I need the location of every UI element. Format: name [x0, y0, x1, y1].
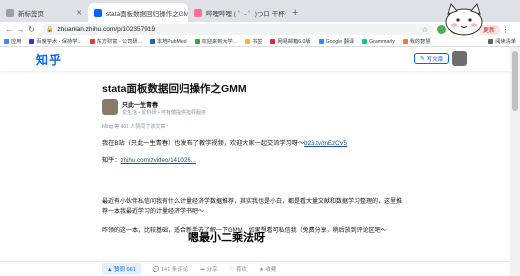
tab-label: stata面板数据回归操作之GMM — [106, 10, 188, 18]
tab-page-icon — [6, 8, 14, 17]
reading-list-icon — [488, 39, 494, 44]
bookmark-netease-mail[interactable]: 网易邮箱6.0版 — [270, 38, 311, 45]
bookmark-university[interactable]: 欢迎来到大学... — [194, 38, 237, 45]
author-description: 爱生活 • 爱科研 • 可有偿提供指导服务 — [122, 110, 207, 116]
pubmed-icon — [149, 39, 155, 44]
paragraph-intro: 最近有小伙伴私信问我有什么计量经济学数据推荐，其实我也是小白，都是看大量文献和数… — [102, 199, 403, 215]
write-article-button[interactable]: ✎ 写文章 — [414, 53, 450, 64]
paragraph-zhihu-video: 知乎：zhihu.com/zvideo/141026... — [102, 157, 196, 164]
user-avatar[interactable] — [452, 51, 467, 66]
menu-dots-icon[interactable]: ⋮ — [500, 25, 511, 34]
heart-icon: ♡ — [229, 267, 235, 273]
bilibili-favicon-icon — [194, 8, 202, 17]
star-icon: ★ — [258, 267, 264, 273]
likes-summary: Ming 等 661 人赞同了该文章 — [102, 124, 166, 130]
page-scrollbar[interactable] — [510, 47, 520, 276]
bookmark-icon — [402, 39, 408, 44]
article-action-bar: ▲ 赞同 661 💬 141 条评论 ➦ 分享 ♡ 喜欢 ★ 收藏 — [0, 261, 520, 276]
article-title: stata面板数据回归操作之GMM — [102, 83, 247, 95]
tab-bilibili[interactable]: 哔哩哔哩 ( ゜- ゜)つロ 干杯~-bili ✕ — [188, 3, 286, 22]
zhihu-video-link[interactable]: zhihu.com/zvideo/141026... — [121, 157, 196, 164]
scrollbar-thumb[interactable] — [512, 51, 518, 111]
zhihu-logo[interactable]: 知乎 — [36, 51, 62, 68]
page-content: 知乎 ✎ 写文章 stata面板数据回归操作之GMM 只此一生青春 爱生活 • … — [0, 47, 520, 276]
paragraph-bilibili: 我在B站（只此一生青春）也发布了教学视频，欢迎大家一起交流学习呀～b23.tv/… — [102, 140, 348, 147]
bookmark-baidu-xueshu[interactable]: 百度学术 - 保持学... — [29, 38, 82, 45]
author-name[interactable]: 只此一生青春 — [122, 100, 158, 109]
upvote-button[interactable]: ▲ 赞同 661 — [102, 263, 141, 275]
collect-button[interactable]: ★ 收藏 — [259, 265, 276, 273]
comments-button[interactable]: 💬 141 条评论 — [153, 265, 189, 273]
bookmark-star-icon[interactable]: ☆ — [422, 26, 428, 34]
tab-label: 哔哩哔哩 ( ゜- ゜)つロ 干杯~-bili — [206, 10, 286, 18]
apps-grid-icon — [4, 39, 9, 44]
bookmark-google-translate[interactable]: Google 翻译 — [318, 38, 354, 45]
tab-new-tab[interactable]: 新标签页 ✕ — [0, 3, 88, 22]
cat-mascot-icon — [445, 2, 483, 36]
author-avatar[interactable] — [102, 99, 118, 115]
zhihu-header: 知乎 ✎ 写文章 — [0, 47, 520, 71]
bookmarks-bar: 应用 百度学术 - 保持学... 东方财富 - 公司研... 本地PubMed … — [0, 37, 520, 47]
close-tab-icon[interactable]: ✕ — [70, 9, 82, 17]
pen-icon: ✎ — [420, 55, 425, 62]
eastmoney-icon — [89, 39, 95, 44]
bilibili-link[interactable]: b23.tv/mEzCV5 — [304, 140, 347, 147]
folder-icon — [245, 39, 251, 44]
bookmark-wisdom[interactable]: 我的智慧 — [402, 38, 431, 45]
reading-list[interactable]: 阅读清单 — [488, 38, 516, 45]
back-arrow-icon[interactable]: ← — [4, 25, 15, 34]
bookmark-folder[interactable]: 书签 — [245, 38, 262, 45]
url-text: zhuanlan.zhihu.com/p/102357919 — [57, 26, 156, 33]
zhihu-favicon-icon — [94, 8, 102, 17]
google-translate-icon — [318, 39, 324, 44]
bookmark-pubmed[interactable]: 本地PubMed — [149, 38, 187, 45]
address-bar[interactable]: 🔒 zhuanlan.zhihu.com/p/102357919 ☆ — [41, 24, 433, 35]
baidu-icon — [29, 39, 35, 44]
video-subtitle: 嗯最小二乘法呀 — [188, 232, 265, 244]
like-button[interactable]: ♡ 喜欢 — [229, 265, 246, 273]
lock-icon: 🔒 — [46, 27, 54, 33]
bookmark-apps[interactable]: 应用 — [4, 38, 21, 45]
bookmark-grammarly[interactable]: Grammarly — [362, 39, 395, 45]
new-tab-button[interactable]: + — [286, 7, 304, 22]
comment-icon: 💬 — [152, 267, 160, 273]
bookmark-eastmoney[interactable]: 东方财富 - 公司研... — [89, 38, 142, 45]
grammarly-icon — [362, 39, 368, 44]
tab-label: 新标签页 — [18, 10, 44, 18]
forward-arrow-icon[interactable]: → — [15, 25, 26, 34]
tab-zhihu-article[interactable]: stata面板数据回归操作之GMM ✕ — [88, 3, 188, 22]
university-icon — [194, 39, 200, 44]
mail-icon — [270, 39, 276, 44]
share-button[interactable]: ➦ 分享 — [200, 265, 217, 273]
share-icon: ➦ — [200, 267, 205, 273]
reload-icon[interactable]: ↻ — [26, 25, 37, 34]
